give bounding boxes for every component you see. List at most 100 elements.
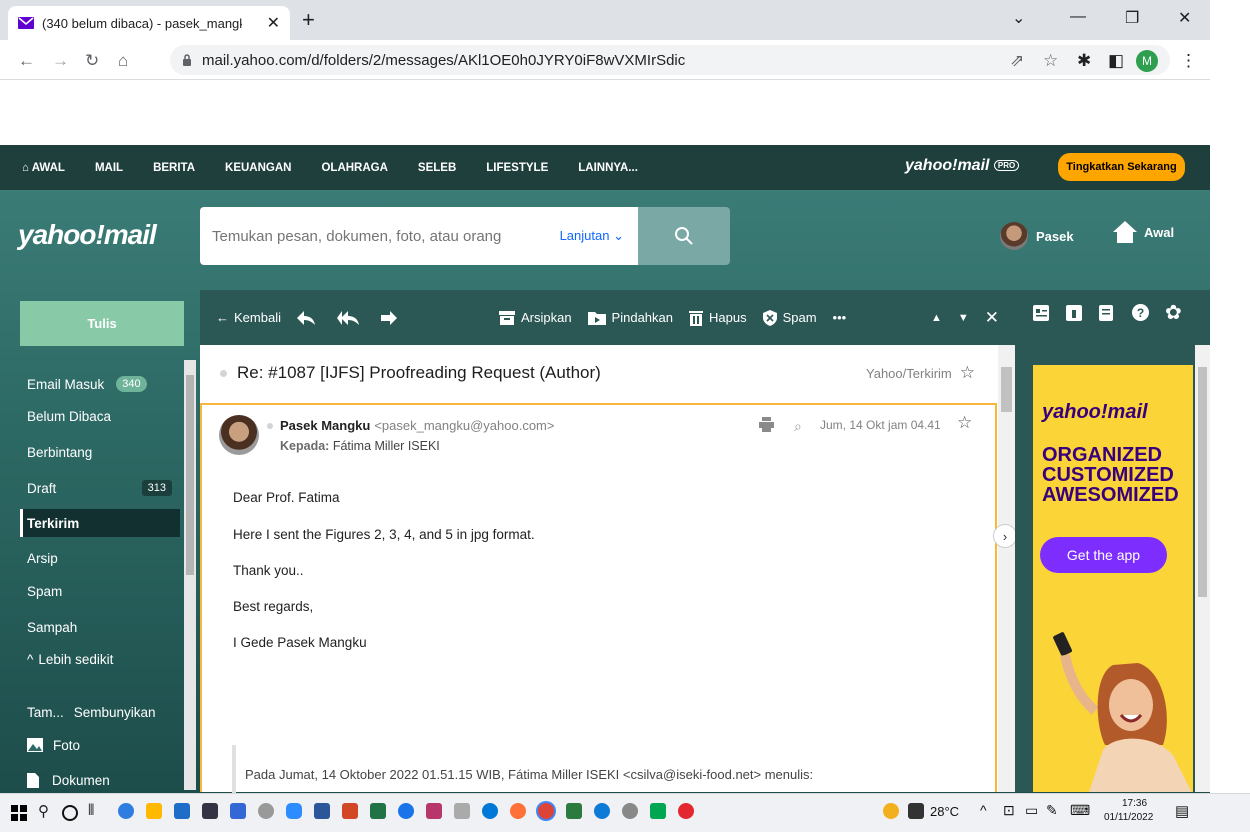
- archive-button[interactable]: Arsipkan: [498, 310, 572, 325]
- next-message-icon[interactable]: ▼: [958, 312, 969, 324]
- browser-menu-icon[interactable]: ⋮: [1180, 51, 1197, 71]
- move-button[interactable]: Pindahkan: [587, 310, 673, 325]
- message-scrollbar[interactable]: [998, 345, 1015, 792]
- network-icon[interactable]: ⊡: [1003, 802, 1015, 819]
- opera-icon[interactable]: [678, 803, 694, 819]
- profile-avatar[interactable]: M: [1136, 50, 1158, 72]
- previous-message-icon[interactable]: ▲: [931, 312, 942, 324]
- reply-button[interactable]: [296, 310, 321, 325]
- clock-date[interactable]: 01/11/2022: [1104, 812, 1153, 823]
- forward-arrow-icon[interactable]: →: [52, 51, 69, 71]
- hide-views-link[interactable]: Sembunyikan: [74, 705, 156, 720]
- user-profile[interactable]: Pasek: [1000, 222, 1074, 250]
- app-icon[interactable]: [230, 803, 246, 819]
- task-view-icon[interactable]: ⫴: [88, 802, 94, 819]
- search-input[interactable]: [212, 227, 532, 245]
- windows-start-icon[interactable]: [11, 805, 27, 821]
- app-icon[interactable]: [454, 803, 470, 819]
- sidebar-item-archive[interactable]: Arsip: [20, 544, 180, 572]
- nav-keuangan[interactable]: KEUANGAN: [225, 162, 291, 174]
- share-icon[interactable]: ⇗: [1010, 51, 1024, 71]
- nav-berita[interactable]: BERITA: [153, 162, 195, 174]
- edge-icon[interactable]: [118, 803, 134, 819]
- battery-icon[interactable]: ▭: [1025, 802, 1038, 819]
- sidebar-item-starred[interactable]: Berbintang: [20, 438, 180, 466]
- reply-all-button[interactable]: [336, 310, 365, 325]
- nav-lainnya[interactable]: LAINNYA...: [578, 162, 638, 174]
- app-icon[interactable]: [566, 803, 582, 819]
- sidebar-item-documents[interactable]: Dokumen: [20, 766, 180, 794]
- cortana-icon[interactable]: [62, 805, 78, 821]
- sidebar-scrollbar[interactable]: [184, 360, 196, 790]
- back-button[interactable]: ← Kembali: [216, 310, 281, 325]
- sidebar-item-unread[interactable]: Belum Dibaca: [20, 402, 180, 430]
- nav-mail[interactable]: MAIL: [95, 162, 123, 174]
- nav-seleb[interactable]: SELEB: [418, 162, 456, 174]
- news-icon[interactable]: [908, 803, 924, 819]
- tab-search-icon[interactable]: ⌄: [1012, 8, 1025, 28]
- sidebar-item-photos[interactable]: Foto: [20, 731, 180, 759]
- notepad-icon[interactable]: [1099, 305, 1113, 321]
- ad-scrollbar[interactable]: [1195, 345, 1210, 792]
- excel-icon[interactable]: [370, 803, 386, 819]
- app-icon[interactable]: [202, 803, 218, 819]
- new-tab-icon[interactable]: +: [302, 9, 315, 31]
- spam-button[interactable]: Spam: [762, 309, 817, 326]
- sidebar-item-draft[interactable]: Draft 313: [20, 474, 180, 502]
- app-icon[interactable]: [398, 803, 414, 819]
- home-button[interactable]: Awal: [1112, 220, 1174, 244]
- sidebar-item-sent[interactable]: Terkirim: [20, 509, 180, 537]
- notifications-icon[interactable]: ▤: [1175, 802, 1189, 820]
- window-close-icon[interactable]: ✕: [1178, 8, 1191, 28]
- app-icon[interactable]: [622, 803, 638, 819]
- minimize-icon[interactable]: —: [1070, 8, 1086, 26]
- compose-button[interactable]: Tulis: [20, 301, 184, 346]
- get-the-app-button[interactable]: Get the app: [1040, 537, 1167, 573]
- recipient-name[interactable]: Fátima Miller ISEKI: [333, 439, 440, 453]
- show-less-toggle[interactable]: ^ Lebih sedikit: [20, 645, 180, 673]
- powerpoint-icon[interactable]: [342, 803, 358, 819]
- app-icon[interactable]: [482, 803, 498, 819]
- more-actions-button[interactable]: •••: [833, 310, 847, 325]
- forward-button[interactable]: [380, 310, 403, 325]
- back-arrow-icon[interactable]: ←: [18, 51, 35, 71]
- advanced-search-dropdown[interactable]: Lanjutan ⌄: [560, 228, 624, 244]
- contacts-icon[interactable]: [1033, 305, 1049, 321]
- sender-avatar[interactable]: [219, 415, 259, 455]
- nav-awal[interactable]: ⌂ AWAL: [22, 162, 65, 174]
- pen-icon[interactable]: ✎: [1046, 802, 1058, 819]
- chrome-icon[interactable]: [538, 803, 554, 819]
- home-icon[interactable]: ⌂: [118, 51, 128, 71]
- nav-lifestyle[interactable]: LIFESTYLE: [486, 162, 548, 174]
- tray-chevron-icon[interactable]: ^: [980, 802, 987, 818]
- upgrade-button[interactable]: Tingkatkan Sekarang: [1058, 153, 1185, 181]
- app-icon[interactable]: [426, 803, 442, 819]
- expand-ad-chevron-icon[interactable]: ›: [993, 524, 1017, 548]
- help-icon[interactable]: ?: [1132, 304, 1149, 321]
- search-button[interactable]: [638, 207, 730, 265]
- mail-app-icon[interactable]: [174, 803, 190, 819]
- browser-tab[interactable]: (340 belum dibaca) - pasek_mangku ✕: [8, 6, 290, 40]
- firefox-icon[interactable]: [510, 803, 526, 819]
- attachment-paperclip-icon[interactable]: ⌕: [794, 418, 802, 435]
- app-icon[interactable]: [650, 803, 666, 819]
- weather-temp[interactable]: 28°C: [930, 804, 959, 819]
- bookmark-star-icon[interactable]: ☆: [1043, 51, 1058, 71]
- sidebar-item-spam[interactable]: Spam: [20, 577, 180, 605]
- delete-button[interactable]: Hapus: [689, 310, 747, 326]
- keyboard-icon[interactable]: ⌨: [1070, 802, 1090, 819]
- zoom-icon[interactable]: [286, 803, 302, 819]
- search-taskbar-icon[interactable]: ⚲: [38, 802, 49, 820]
- maximize-icon[interactable]: ❐: [1125, 8, 1139, 28]
- extensions-puzzle-icon[interactable]: ✱: [1077, 51, 1091, 71]
- star-icon[interactable]: ☆: [960, 363, 975, 383]
- calendar-icon[interactable]: [1066, 305, 1082, 321]
- nav-olahraga[interactable]: OLAHRAGA: [321, 162, 387, 174]
- close-message-icon[interactable]: ✕: [985, 308, 999, 328]
- tab-close-icon[interactable]: ✕: [267, 13, 280, 33]
- clock-time[interactable]: 17:36: [1122, 798, 1147, 809]
- sidebar-item-trash[interactable]: Sampah: [20, 613, 180, 641]
- message-star-icon[interactable]: ☆: [957, 413, 972, 433]
- reload-icon[interactable]: ↻: [85, 51, 99, 71]
- word-icon[interactable]: [314, 803, 330, 819]
